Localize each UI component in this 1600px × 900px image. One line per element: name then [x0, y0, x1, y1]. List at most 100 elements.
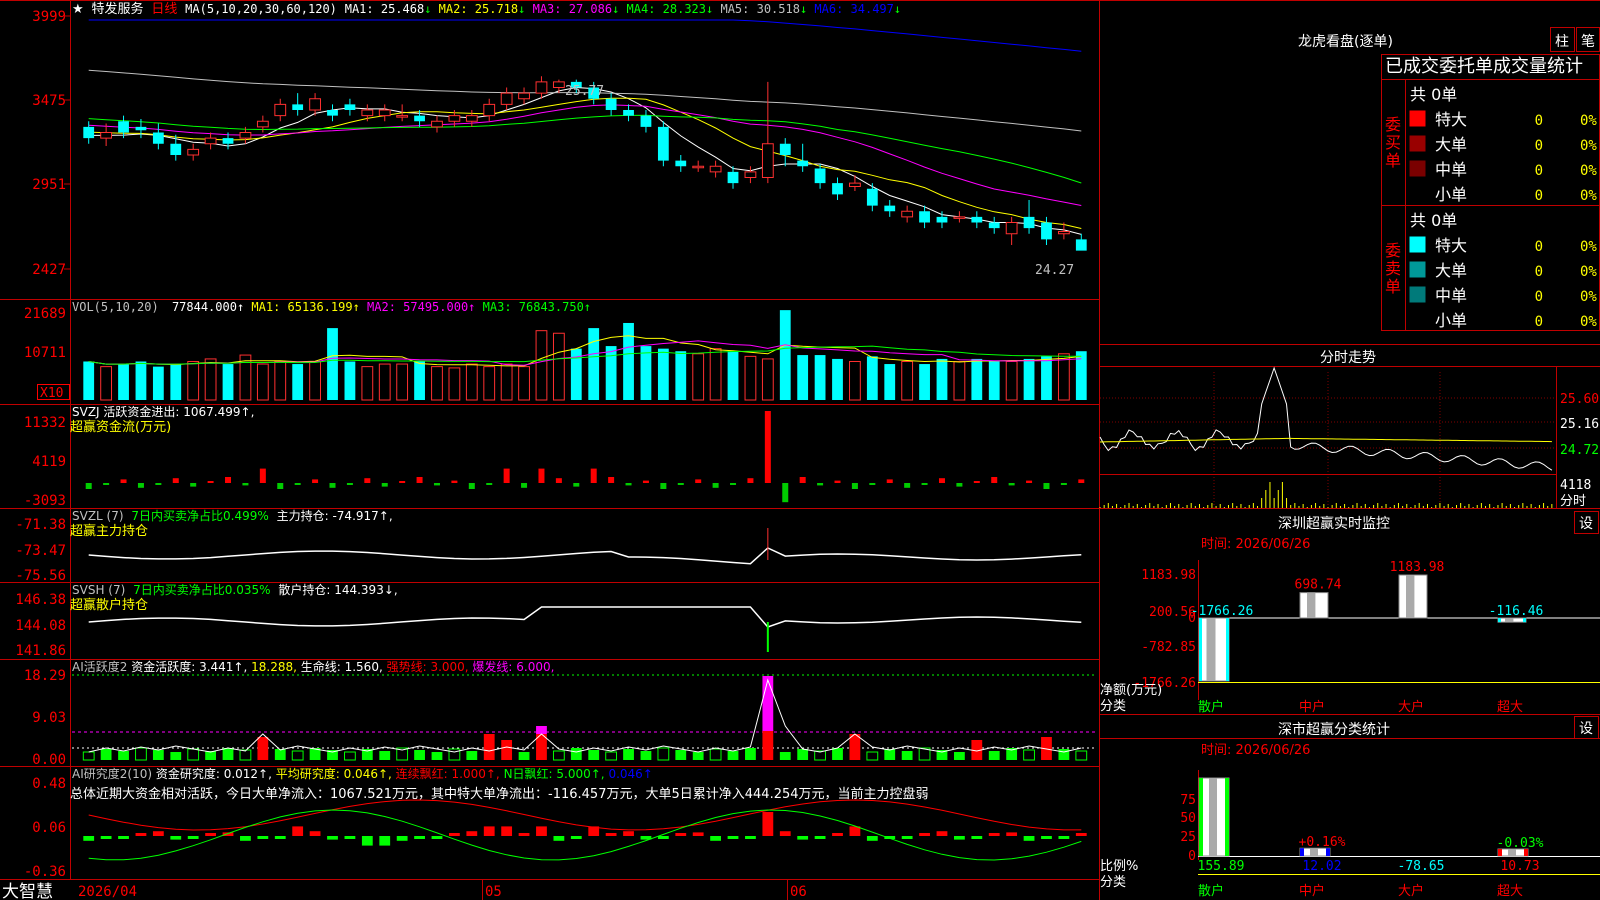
activity-bar [588, 750, 600, 760]
vol-bar-up [761, 358, 774, 401]
activity-bar [379, 751, 391, 760]
svzj-bar [1008, 483, 1015, 486]
vol-bar-down [170, 364, 182, 400]
vol-item-label: MA3: [475, 300, 511, 314]
svzj-bar [851, 483, 858, 489]
research-bar [692, 832, 704, 836]
vol-bar-up [431, 366, 443, 401]
vol-panel[interactable]: 21689 10711 X10 [24, 306, 1087, 401]
activity-panel[interactable]: 18.29 9.03 0.00 [24, 668, 1097, 768]
order-count: 0 [1535, 188, 1543, 204]
activity-tick-label: 9.03 [32, 710, 66, 726]
order-color-swatch [1409, 286, 1426, 303]
candle-down [414, 115, 425, 122]
vol-bar-down [344, 361, 356, 400]
candle-down [779, 143, 791, 155]
candle-down [135, 126, 147, 131]
svzj-bar [137, 483, 144, 488]
vol-bar-down [1041, 356, 1052, 400]
svzl-panel[interactable]: -71.38 -73.47 -75.56 [15, 517, 1082, 584]
research-bar [187, 836, 199, 839]
intraday-price-line [1099, 366, 1553, 471]
candle-down [640, 115, 652, 127]
order-percent: 0% [1580, 239, 1597, 255]
classify-category: 大户 [1398, 883, 1424, 899]
research-bar [100, 836, 112, 839]
activity-bar [779, 752, 791, 760]
activity-bar [849, 734, 861, 760]
svsh-panel[interactable]: 146.38 144.08 141.86 [15, 592, 1082, 659]
candle-down [814, 168, 826, 184]
candle-down [657, 126, 669, 161]
monitor-bar-shade [1206, 618, 1216, 681]
svzj-panel[interactable]: 11332 4119 -3093 [24, 411, 1085, 509]
classify-axis-label: 比例% [1100, 859, 1138, 874]
candle-down [327, 110, 338, 116]
order-type: 特大 [1435, 236, 1467, 255]
svzj-bar [521, 483, 528, 488]
svzj-bar [1026, 480, 1033, 483]
intraday-panel[interactable]: 分时走势 25.60 25.16 24.72 4118分时 [1099, 350, 1599, 509]
high-label: 25.77 [565, 84, 604, 99]
svzj-bar [451, 480, 458, 483]
research-bar [988, 833, 1000, 836]
classify-tick-label: 75 [1180, 793, 1196, 808]
research-tick-label: -0.36 [24, 864, 66, 880]
candle-down [222, 138, 234, 144]
candle-down [727, 171, 739, 184]
order-type: 小单 [1435, 185, 1467, 204]
vol-bar-up [849, 360, 861, 401]
activity-line [88, 678, 1082, 753]
vol-bar-up [256, 363, 269, 401]
order-type: 中单 [1435, 286, 1467, 305]
vol-bar-down [118, 364, 129, 400]
activity-bar [1023, 749, 1035, 761]
candle-up [361, 109, 374, 117]
svzj-bar [730, 483, 737, 485]
monitor-panel[interactable]: 深圳超赢实时监控 设 时间: 2026/06/26 1183.98200.560… [1100, 511, 1600, 716]
activity-bar [118, 751, 129, 760]
classify-panel[interactable]: 深市超赢分类统计 设 时间: 2026/06/26 75 50 25 0155.89 散… [1100, 716, 1600, 900]
activity-bar [257, 737, 269, 760]
vol-bar-down [605, 346, 617, 400]
activity-bar [135, 747, 147, 761]
candle-down [623, 110, 634, 116]
vol-bar-down [414, 361, 425, 400]
svzj-bar [764, 411, 771, 483]
svzj-bar [85, 483, 92, 489]
ma-item-label: MA1: [345, 2, 374, 16]
research-bar [257, 836, 269, 839]
activity-bar [901, 751, 913, 760]
candle-up [518, 92, 530, 100]
svzj-title: SVZJ 活跃资金进出: 1067.499↑, [72, 404, 254, 419]
vol-bar-down [83, 361, 95, 400]
svzj-bar [486, 483, 493, 485]
monitor-category: 大户 [1398, 699, 1424, 715]
ma-item-value: 28.323 [655, 2, 706, 16]
price-panel[interactable]: 3999 3475 2951 2427 25.77 24.27 [32, 9, 1087, 278]
order-percent: 0% [1580, 314, 1597, 330]
monitor-bar-edge [1226, 618, 1229, 681]
candles [83, 76, 1087, 251]
activity-item: 18.288, [247, 660, 297, 674]
brand-label: 大智慧 [2, 882, 53, 900]
activity-bar [552, 750, 565, 761]
candle-down [605, 98, 617, 110]
research-bar [83, 836, 95, 841]
ma-item-label: MA2: [431, 2, 467, 16]
svzl-subtitle: 超赢主力持仓 [70, 523, 148, 539]
vol-bar-down [222, 364, 234, 400]
vol-bar-down [936, 358, 948, 400]
activity-strong-bar [536, 726, 547, 734]
research-summary: 总体近期大资金相对活跃，今日大单净流入：1067.521万元，其中特大单净流出：… [70, 786, 929, 802]
svzj-bar [538, 468, 545, 483]
research-bar [240, 836, 251, 841]
svzj-bar [642, 480, 649, 483]
activity-bar [953, 752, 965, 760]
candle-down [797, 160, 809, 167]
classify-top-label: +0.16% [1299, 835, 1346, 850]
date-label-2: 05 [485, 884, 502, 900]
svzj-bar [782, 483, 789, 503]
intraday-tick-label: 24.72 [1560, 443, 1599, 458]
activity-yaxis: 18.29 9.03 0.00 [24, 668, 66, 768]
